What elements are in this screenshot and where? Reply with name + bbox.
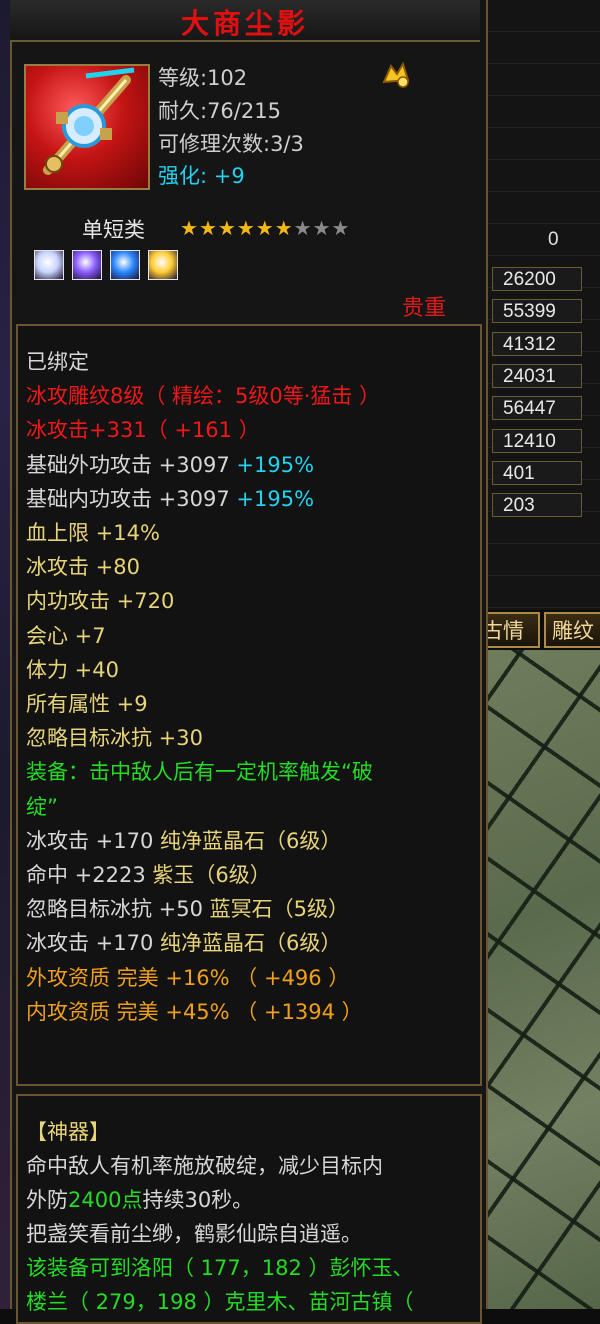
item-durability: 耐久:76/215	[158, 99, 281, 123]
attribute-line: 命中 +2223 紫玉（6级）	[26, 861, 271, 889]
attribute-extra: 紫玉（6级）	[145, 863, 271, 887]
attribute-text: 冰攻雕纹8级（ 精绘：5级0等·猛击 ）	[26, 384, 381, 409]
attribute-line: 体力 +40	[26, 656, 119, 684]
artifact-desc-prefix: 外防	[26, 1188, 68, 1212]
blue-gem-icon[interactable]	[110, 250, 140, 280]
purple-gem-icon[interactable]	[72, 250, 102, 280]
attribute-extra: 纯净蓝晶石（6级）	[153, 828, 342, 853]
attribute-line: 冰攻雕纹8级（ 精绘：5级0等·猛击 ）	[26, 382, 380, 410]
star-filled-icon: ★	[255, 216, 275, 240]
attribute-extra: 纯净蓝晶石（6级）	[153, 931, 342, 956]
attribute-text: 忽略目标冰抗 +50	[26, 897, 203, 922]
gold-gem-icon[interactable]	[148, 250, 178, 280]
attribute-line: 外攻资质 完美 +16% （ +496 ）	[26, 964, 349, 992]
attribute-extra: 蓝冥石（5级）	[203, 897, 350, 922]
star-empty-icon: ★	[293, 216, 313, 240]
enhance-value: +9	[213, 164, 245, 188]
item-enhance: 强化: +9	[158, 160, 245, 190]
attribute-text: 命中 +2223	[26, 863, 146, 887]
attribute-line: 冰攻击+331（ +161 ）	[26, 416, 260, 444]
attribute-text: 外攻资质 完美 +16% （ +496 ）	[26, 965, 350, 990]
side-stat-value: 41312	[492, 331, 582, 356]
side-stat-value: 55399	[492, 299, 582, 324]
attribute-extra: +195%	[229, 486, 315, 511]
star-empty-icon: ★	[312, 216, 332, 240]
attribute-text: 基础内功攻击 +3097	[26, 486, 230, 511]
artifact-location-line2: 楼兰（ 279，198 ）克里木、苗河古镇（	[26, 1290, 414, 1314]
star-filled-icon: ★	[274, 216, 294, 240]
attribute-text: 冰攻击+331（ +161 ）	[26, 418, 260, 443]
artifact-desc-value: 2400点	[68, 1188, 143, 1212]
artifact-poem: 把盏笑看前尘缈，鹤影仙踪自逍遥。	[26, 1222, 362, 1246]
attribute-text: 冰攻击 +170	[26, 828, 154, 853]
star-filled-icon: ★	[198, 216, 218, 240]
side-stat-value: 26200	[492, 267, 582, 291]
attribute-line: 基础外功攻击 +3097 +195%	[26, 451, 314, 479]
star-filled-icon: ★	[217, 216, 237, 240]
side-stat-zero: 0	[548, 229, 559, 250]
attribute-line: 冰攻击 +80	[26, 553, 140, 581]
background-stone-ground	[486, 650, 600, 1309]
attribute-text: 忽略目标冰抗 +30	[26, 726, 203, 751]
item-category: 单短类	[82, 218, 145, 242]
attribute-line: 绽”	[26, 793, 58, 821]
artifact-desc-line1: 命中敌人有机率施放破绽，减少目标内	[26, 1154, 383, 1178]
artifact-desc-line2: 外防2400点持续30秒。	[26, 1186, 253, 1214]
attribute-line: 会心 +7	[26, 622, 106, 650]
attribute-line: 基础内功攻击 +3097 +195%	[26, 485, 314, 513]
side-stat-value: 56447	[492, 396, 582, 421]
star-rating: ★★★★★★★★★	[180, 216, 350, 240]
attribute-text: 体力 +40	[26, 657, 119, 682]
star-filled-icon: ★	[236, 216, 256, 240]
attribute-line: 冰攻击 +170 纯净蓝晶石（6级）	[26, 929, 341, 957]
attribute-text: 内功攻击 +720	[26, 589, 175, 614]
attribute-line: 已绑定	[26, 348, 89, 376]
white-gem-icon[interactable]	[34, 250, 64, 280]
side-tab-2[interactable]: 雕纹	[544, 612, 600, 648]
artifact-desc-suffix: 持续30秒。	[142, 1188, 254, 1212]
attribute-line: 装备：击中敌人后有一定机率触发“破	[26, 758, 373, 786]
attribute-line: 冰攻击 +170 纯净蓝晶石（6级）	[26, 827, 341, 855]
attribute-line: 内攻资质 完美 +45% （ +1394 ）	[26, 998, 363, 1026]
side-stat-value: 24031	[492, 363, 582, 388]
artifact-heading: 【神器】	[26, 1120, 110, 1144]
attribute-text: 会心 +7	[26, 623, 106, 648]
item-repair-count: 可修理次数:3/3	[158, 132, 304, 156]
enhance-label: 强化:	[158, 164, 208, 188]
item-title: 大商尘影	[180, 7, 309, 40]
star-filled-icon: ★	[180, 216, 199, 240]
artifact-location-line1: 该装备可到洛阳（ 177，182 ）彭怀玉、	[26, 1256, 414, 1280]
attribute-line: 内功攻击 +720	[26, 587, 174, 615]
attribute-text: 基础外功攻击 +3097	[26, 452, 230, 477]
attribute-text: 冰攻击 +170	[26, 931, 154, 956]
rarity-label: 贵重	[402, 296, 447, 321]
attribute-text: 内攻资质 完美 +45% （ +1394 ）	[26, 999, 363, 1024]
item-level: 等级:102	[158, 66, 248, 90]
attribute-line: 所有属性 +9	[26, 690, 148, 718]
attribute-text: 绽”	[26, 794, 58, 819]
attribute-text: 装备：击中敌人后有一定机率触发“破	[26, 760, 373, 785]
attribute-line: 血上限 +14%	[26, 519, 160, 547]
attribute-text: 所有属性 +9	[26, 692, 148, 716]
attribute-extra: +195%	[229, 452, 315, 477]
gold-emblem-icon	[381, 61, 411, 90]
attribute-text: 血上限 +14%	[26, 521, 160, 545]
item-icon[interactable]	[24, 64, 150, 190]
attribute-line: 忽略目标冰抗 +50 蓝冥石（5级）	[26, 895, 349, 923]
attribute-text: 已绑定	[26, 350, 89, 374]
title-bar: 大商尘影	[10, 0, 480, 42]
side-stat-value: 203	[492, 493, 582, 518]
star-empty-icon: ★	[331, 216, 351, 240]
side-stat-value: 401	[492, 460, 582, 485]
attribute-text: 冰攻击 +80	[26, 555, 140, 580]
attribute-line: 忽略目标冰抗 +30	[26, 724, 203, 752]
sword-icon	[43, 67, 135, 175]
side-stat-value: 12410	[492, 428, 582, 453]
